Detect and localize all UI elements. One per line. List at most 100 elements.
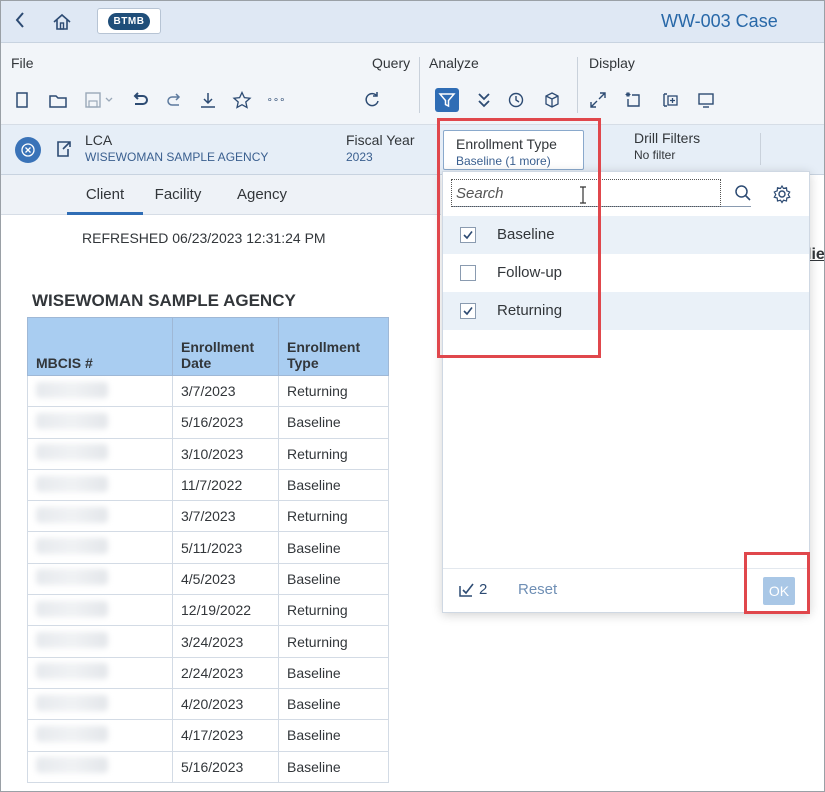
redacted-value	[36, 412, 108, 429]
enrollment-date-cell: 3/24/2023	[172, 625, 279, 658]
table-row[interactable]: 12/19/2022 Returning	[27, 594, 389, 627]
table-row[interactable]: 5/16/2023 Baseline	[27, 750, 389, 783]
enrollment-type-cell: Baseline	[278, 719, 389, 752]
reset-button[interactable]: Reset	[518, 581, 557, 598]
redacted-value	[36, 694, 108, 711]
filter-button[interactable]	[435, 88, 459, 112]
search-icon[interactable]	[733, 183, 753, 203]
lca-value[interactable]: WISEWOMAN SAMPLE AGENCY	[85, 150, 268, 164]
enrollment-type-cell: Baseline	[278, 687, 389, 721]
mbcis-cell-redacted	[27, 531, 173, 564]
add-panel-button[interactable]	[659, 89, 681, 111]
download-button[interactable]	[197, 89, 219, 111]
redacted-value	[36, 663, 108, 680]
save-button[interactable]	[83, 89, 117, 111]
refreshed-timestamp: REFRESHED 06/23/2023 12:31:24 PM	[82, 230, 326, 246]
input-control-button[interactable]	[541, 89, 563, 111]
agency-title: WISEWOMAN SAMPLE AGENCY	[32, 291, 296, 310]
table-row[interactable]: 5/16/2023 Baseline	[27, 406, 389, 439]
table-row[interactable]: 11/7/2022 Baseline	[27, 468, 389, 502]
close-filter-button[interactable]	[15, 137, 41, 163]
fiscal-year-label: Fiscal Year	[346, 132, 415, 148]
enrollment-type-popover: Baseline Follow-up Returning 2 Reset OK	[442, 171, 810, 613]
history-icon	[508, 92, 524, 108]
undo-icon	[133, 92, 148, 105]
home-button[interactable]	[51, 11, 73, 33]
column-header-mbcis[interactable]: MBCIS #	[27, 317, 173, 376]
more-button[interactable]: ∘∘∘	[265, 89, 287, 111]
logo-text: BTMB	[107, 12, 151, 30]
undo-button[interactable]	[129, 89, 151, 111]
drill-filters-value[interactable]: No filter	[634, 148, 675, 162]
enrollment-type-cell: Returning	[278, 625, 389, 658]
mbcis-cell-redacted	[27, 594, 173, 627]
option-returning[interactable]: Returning	[443, 292, 809, 330]
search-field	[451, 179, 751, 207]
logo: BTMB	[97, 8, 161, 34]
mbcis-cell-redacted	[27, 750, 173, 783]
open-folder-button[interactable]	[47, 89, 69, 111]
enrollment-type-cell: Returning	[278, 374, 389, 408]
add-panel-icon	[663, 93, 678, 107]
refresh-button[interactable]	[361, 89, 383, 111]
new-document-button[interactable]	[11, 89, 33, 111]
column-header-enrollment-date[interactable]: Enrollment Date	[172, 317, 279, 376]
enrollment-type-cell: Baseline	[278, 468, 389, 502]
chevron-left-icon	[15, 12, 24, 28]
table-row[interactable]: 4/5/2023 Baseline	[27, 562, 389, 596]
checkmark-icon	[463, 231, 473, 240]
fiscal-year-value[interactable]: 2023	[346, 150, 373, 164]
table-row[interactable]: 2/24/2023 Baseline	[27, 656, 389, 689]
checkbox-checked[interactable]	[460, 303, 476, 319]
lca-label: LCA	[85, 132, 113, 148]
checkbox-checked[interactable]	[460, 227, 476, 243]
option-baseline[interactable]: Baseline	[443, 216, 809, 254]
table-row[interactable]: 4/20/2023 Baseline	[27, 687, 389, 721]
enrollment-type-cell: Returning	[278, 500, 389, 533]
enrollment-type-filter[interactable]: Enrollment Type Baseline (1 more)	[443, 130, 584, 170]
drill-button[interactable]	[473, 89, 495, 111]
expand-icon	[590, 92, 606, 108]
redo-button[interactable]	[163, 89, 185, 111]
save-icon	[85, 92, 113, 108]
close-icon	[21, 143, 35, 157]
enrollment-date-cell: 4/20/2023	[172, 687, 279, 721]
refresh-icon	[365, 92, 379, 107]
table-row[interactable]: 3/10/2023 Returning	[27, 437, 389, 470]
favorite-button[interactable]	[231, 89, 253, 111]
filter-icon	[438, 93, 456, 108]
export-icon	[57, 141, 71, 157]
table-row[interactable]: 3/7/2023 Returning	[27, 374, 389, 408]
mbcis-cell-redacted	[27, 437, 173, 470]
mbcis-cell-redacted	[27, 719, 173, 752]
option-follow-up[interactable]: Follow-up	[443, 254, 809, 292]
enrollment-date-cell: 5/16/2023	[172, 406, 279, 439]
toolbar-separator	[419, 57, 420, 113]
export-filter-button[interactable]	[53, 139, 73, 159]
tab-client[interactable]: Client	[67, 175, 143, 215]
more-icon: ∘∘∘	[266, 94, 286, 106]
table-row[interactable]: 5/11/2023 Baseline	[27, 531, 389, 564]
back-button[interactable]	[13, 9, 35, 33]
toolbar-group-file: File	[11, 55, 34, 71]
history-button[interactable]	[505, 89, 527, 111]
table-row[interactable]: 3/7/2023 Returning	[27, 500, 389, 533]
settings-icon[interactable]	[772, 184, 792, 204]
fullscreen-button[interactable]	[587, 89, 609, 111]
redacted-value	[36, 444, 108, 461]
column-header-enrollment-type[interactable]: Enrollment Type	[278, 317, 389, 376]
display-mode-button[interactable]	[695, 89, 717, 111]
mbcis-cell-redacted	[27, 468, 173, 502]
mbcis-cell-redacted	[27, 406, 173, 439]
tab-facility[interactable]: Facility	[145, 175, 211, 215]
checkbox-unchecked[interactable]	[460, 265, 476, 281]
table-row[interactable]: 4/17/2023 Baseline	[27, 719, 389, 752]
new-chart-button[interactable]	[623, 89, 645, 111]
redacted-value	[36, 725, 108, 742]
double-chevron-down-icon	[478, 93, 490, 108]
ok-button[interactable]: OK	[763, 577, 795, 605]
download-icon	[201, 93, 215, 108]
tab-agency[interactable]: Agency	[225, 175, 299, 215]
drill-filters-label: Drill Filters	[634, 130, 701, 146]
table-row[interactable]: 3/24/2023 Returning	[27, 625, 389, 658]
